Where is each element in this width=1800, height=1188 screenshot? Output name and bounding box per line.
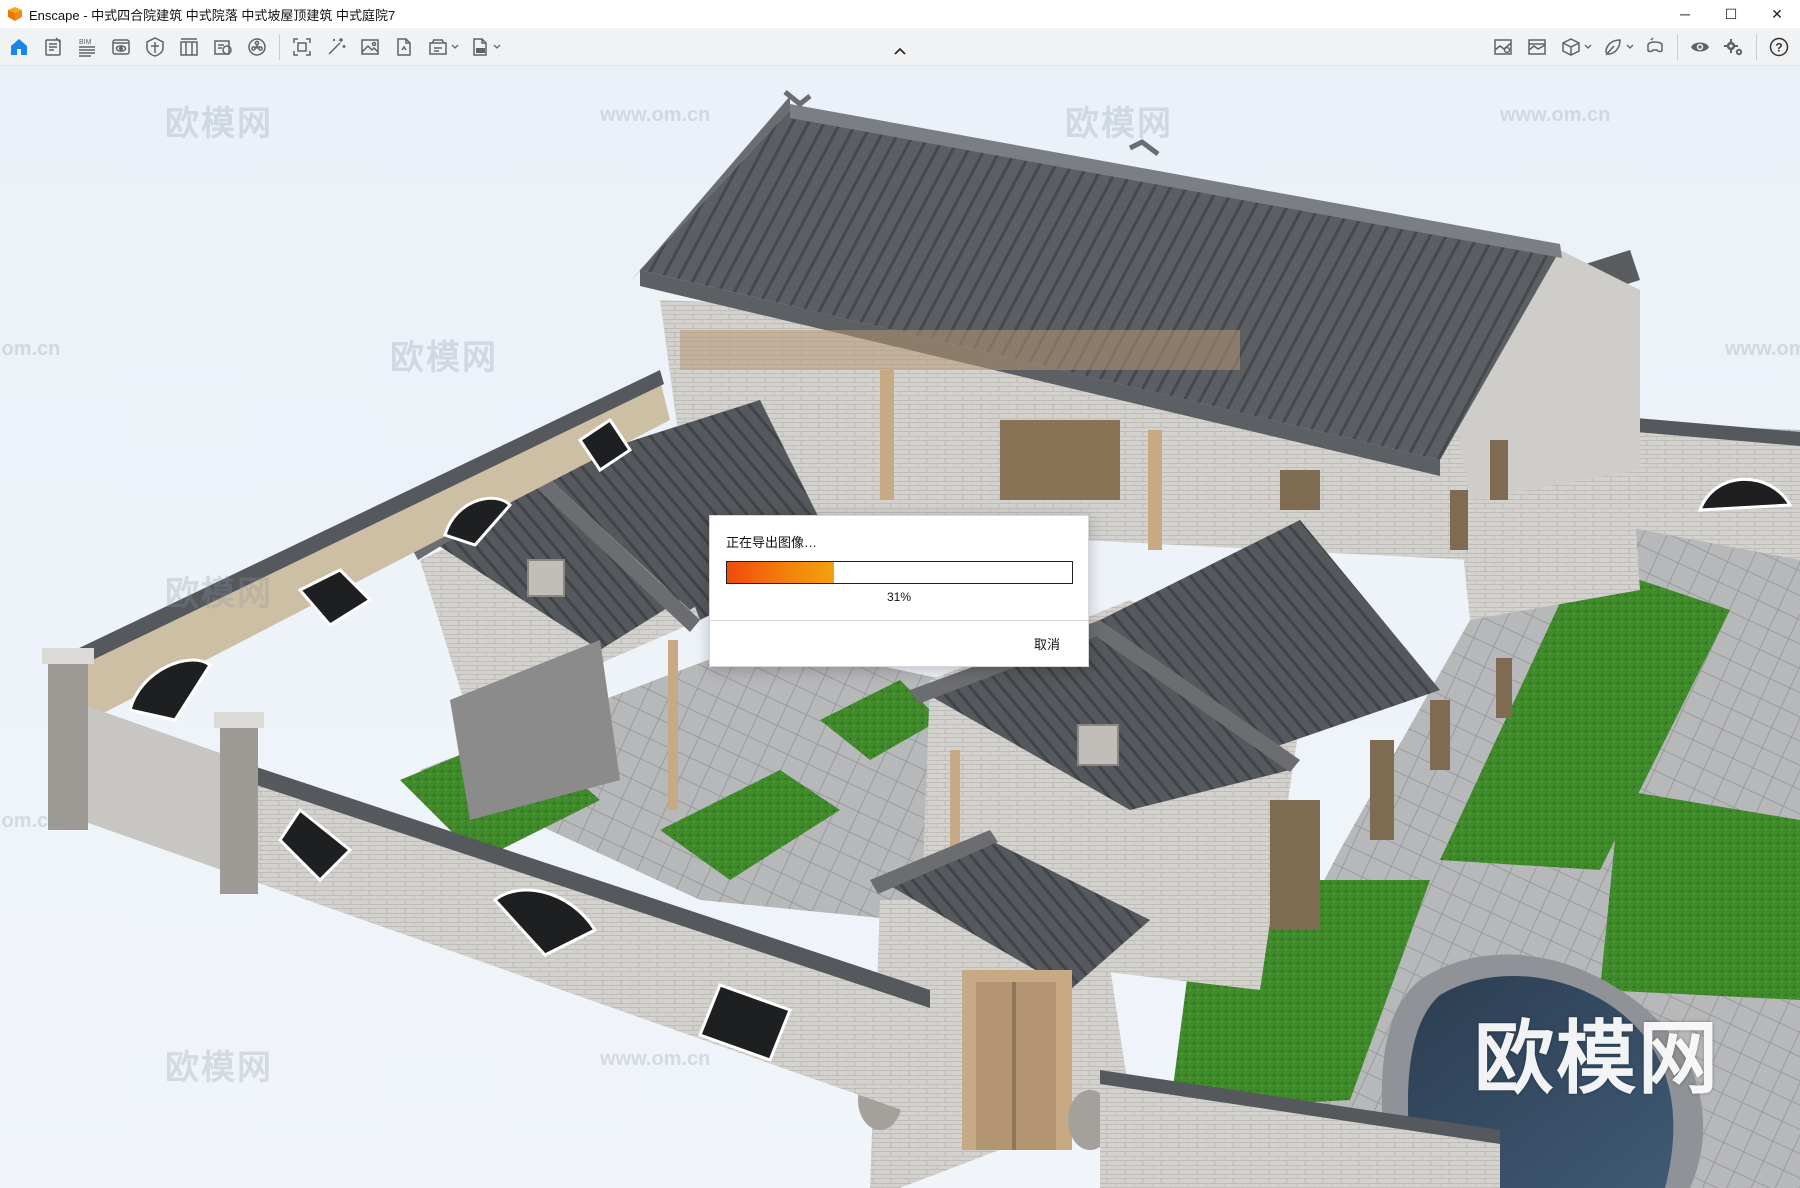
window-controls: ─ ☐ ✕ [1662,0,1800,28]
render-region-button[interactable] [285,30,319,64]
toolbar-separator [1756,34,1757,60]
notes-icon [45,37,61,56]
watermark-text: 欧模网 [390,339,498,377]
minimize-button[interactable]: ─ [1662,0,1708,28]
magic-wand-icon [328,38,346,55]
bim-button[interactable]: BIM [70,30,104,64]
bim-label: BIM [79,39,92,46]
notes-button[interactable] [36,30,70,64]
export-icon [397,38,411,56]
window-title: Enscape - 中式四合院建筑 中式院落 中式坡屋顶建筑 中式庭院7 [29,7,396,23]
asset-library-icon [248,38,266,56]
vr-headset-button[interactable] [1638,30,1672,64]
progress-fill [727,562,834,583]
batch-render-icon [429,39,447,55]
render-region-icon [293,38,311,56]
title-bar: Enscape - 中式四合院建筑 中式院落 中式坡屋顶建筑 中式庭院7 ─ ☐… [0,0,1800,28]
view-management-icon [214,40,232,55]
eye-icon [1691,42,1709,52]
material-dropdown[interactable] [1624,30,1636,64]
settings-button[interactable] [1717,30,1751,64]
render-image-icon [361,39,379,55]
visibility-button[interactable] [1683,30,1717,64]
home-icon [11,39,27,55]
watermark-text: 欧模网 [1065,105,1173,143]
cancel-button[interactable]: 取消 [1034,634,1060,653]
export-progress-bar [726,561,1073,584]
chevron-down-icon [1626,44,1634,49]
panorama-icon [1528,39,1546,55]
watermark-url: www.om.cn [1725,338,1800,360]
visual-settings-button[interactable] [138,30,172,64]
close-button[interactable]: ✕ [1754,0,1800,28]
chevron-down-icon [451,44,459,49]
maximize-button[interactable]: ☐ [1708,0,1754,28]
render-image-button[interactable] [353,30,387,64]
enscape-logo-icon [8,7,22,21]
watermark-text: 欧模网 [165,105,273,143]
material-icon [1605,39,1621,56]
help-button[interactable]: ? [1762,30,1796,64]
visual-settings-icon [146,37,164,57]
magic-wand-button[interactable] [319,30,353,64]
export-button[interactable] [387,30,421,64]
toolbar-right-group: ? [1486,28,1796,66]
views-icon [112,39,130,55]
watermark-url: www.om.cn [600,104,711,126]
help-label: ? [1775,41,1782,55]
toolbar-left-group: BIM [2,28,505,66]
dialog-divider [710,620,1088,621]
watermark-url: www.om.cn [600,1048,711,1070]
help-icon: ? [1769,37,1789,57]
dialog-title: 正在导出图像… [726,535,818,550]
watermark-url: www.om.cn [0,338,61,360]
watermark-url: www.om.cn [0,810,61,832]
chevron-down-icon [493,44,501,49]
map-icon [1494,39,1512,55]
toolbar-separator [279,34,280,60]
bim-icon: BIM [79,39,95,57]
chevron-down-icon [1584,44,1592,49]
progress-percent-label: 31% [886,590,912,604]
batch-render-dropdown[interactable] [449,30,461,64]
map-button[interactable] [1486,30,1520,64]
views-button[interactable] [104,30,138,64]
chevron-up-icon [894,47,906,55]
export-file-icon [473,38,487,56]
layers-icon [180,38,198,56]
home-button[interactable] [2,30,36,64]
asset-library-button[interactable] [240,30,274,64]
watermark-text: 欧模网 [165,575,273,613]
panorama-button[interactable] [1520,30,1554,64]
export-progress-dialog: 正在导出图像… 31% 取消 [709,515,1089,667]
watermark-url: www.om.cn [1500,104,1611,126]
collapse-toolbar-button[interactable] [892,44,908,58]
layers-button[interactable] [172,30,206,64]
view-management-button[interactable] [206,30,240,64]
watermark-large: 欧模网 [1474,1014,1720,1103]
toolbar-separator [1677,34,1678,60]
vr-headset-icon [1647,37,1663,53]
cube-icon [1562,38,1580,56]
export-file-dropdown[interactable] [491,30,503,64]
cube-dropdown[interactable] [1582,30,1594,64]
watermark-text: 欧模网 [165,1049,273,1087]
settings-icon [1724,39,1743,56]
